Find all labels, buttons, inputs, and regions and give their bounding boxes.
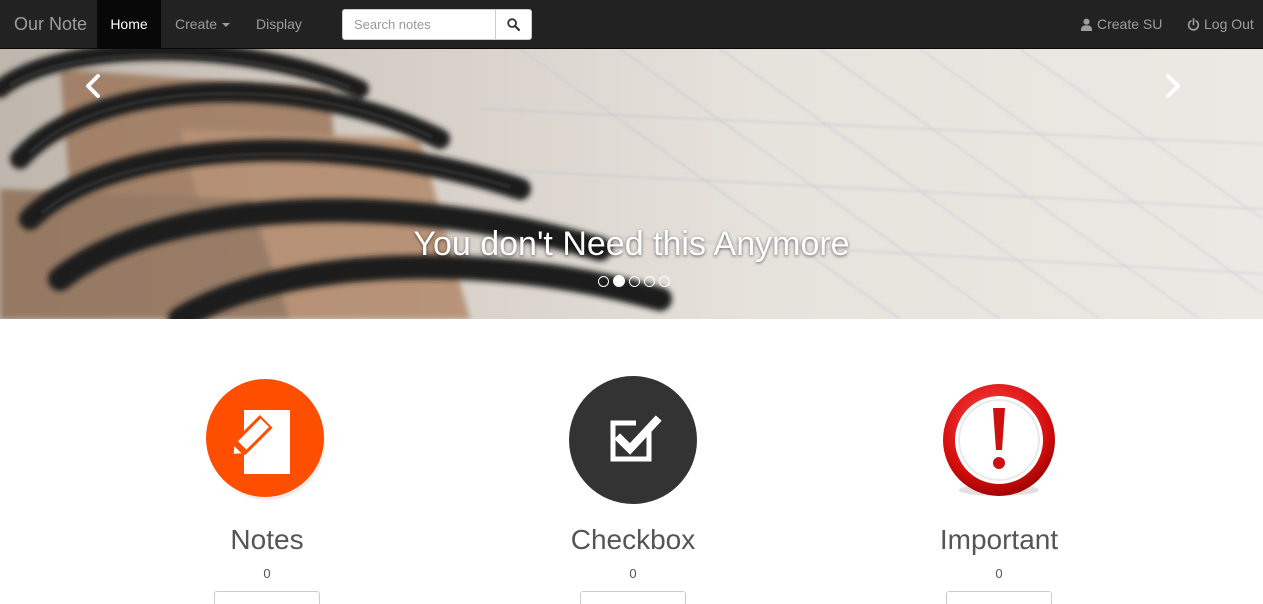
search-form <box>342 9 532 40</box>
caret-down-icon <box>222 23 231 28</box>
feature-important-button[interactable] <box>946 591 1052 604</box>
exclamation-icon <box>943 384 1055 496</box>
carousel-indicator[interactable] <box>598 275 609 287</box>
logout-label: Log Out <box>1204 16 1254 32</box>
feature-important: Important 0 <box>869 375 1129 604</box>
top-navbar: Our Note Home Create Display Create SU L… <box>0 0 1263 49</box>
search-button[interactable] <box>495 10 531 39</box>
feature-checkbox: Checkbox 0 <box>503 375 763 604</box>
nav-display-label: Display <box>256 16 302 32</box>
feature-notes-button[interactable] <box>214 591 320 604</box>
feature-checkbox-count: 0 <box>629 566 637 581</box>
carousel-indicator[interactable] <box>644 275 655 287</box>
feature-checkbox-button[interactable] <box>580 591 686 604</box>
nav-home[interactable]: Home <box>97 0 161 49</box>
nav-logout[interactable]: Log Out <box>1187 0 1254 49</box>
feature-notes-title: Notes <box>230 524 304 555</box>
carousel-prev-button[interactable] <box>78 71 108 101</box>
nav-create-label: Create <box>175 16 218 32</box>
search-input[interactable] <box>343 10 496 39</box>
user-icon <box>1080 18 1093 31</box>
carousel-indicators <box>598 275 670 287</box>
chevron-right-icon <box>1166 74 1180 98</box>
checkbox-icon <box>569 376 697 504</box>
feature-notes-count: 0 <box>263 566 271 581</box>
feature-notes: Notes 0 <box>137 375 397 604</box>
nav-display[interactable]: Display <box>242 0 316 49</box>
feature-important-count: 0 <box>995 566 1003 581</box>
feature-important-title: Important <box>939 524 1059 555</box>
carousel-caption: You don't Need this Anymore <box>413 225 850 263</box>
edit-note-icon <box>206 379 325 500</box>
carousel-indicator-active[interactable] <box>613 275 625 287</box>
search-icon <box>507 18 520 31</box>
hero-carousel: You don't Need this Anymore <box>0 49 1263 319</box>
nav-create-dropdown[interactable]: Create <box>161 0 244 49</box>
nav-create-su[interactable]: Create SU <box>1080 0 1162 49</box>
feature-checkbox-title: Checkbox <box>570 524 696 555</box>
carousel-indicator[interactable] <box>659 275 670 287</box>
chevron-left-icon <box>86 74 100 98</box>
brand-link[interactable]: Our Note <box>14 0 87 49</box>
carousel-next-button[interactable] <box>1158 71 1188 101</box>
carousel-indicator[interactable] <box>629 275 640 287</box>
nav-home-label: Home <box>110 16 148 32</box>
power-icon <box>1187 18 1200 31</box>
create-su-label: Create SU <box>1097 16 1163 32</box>
